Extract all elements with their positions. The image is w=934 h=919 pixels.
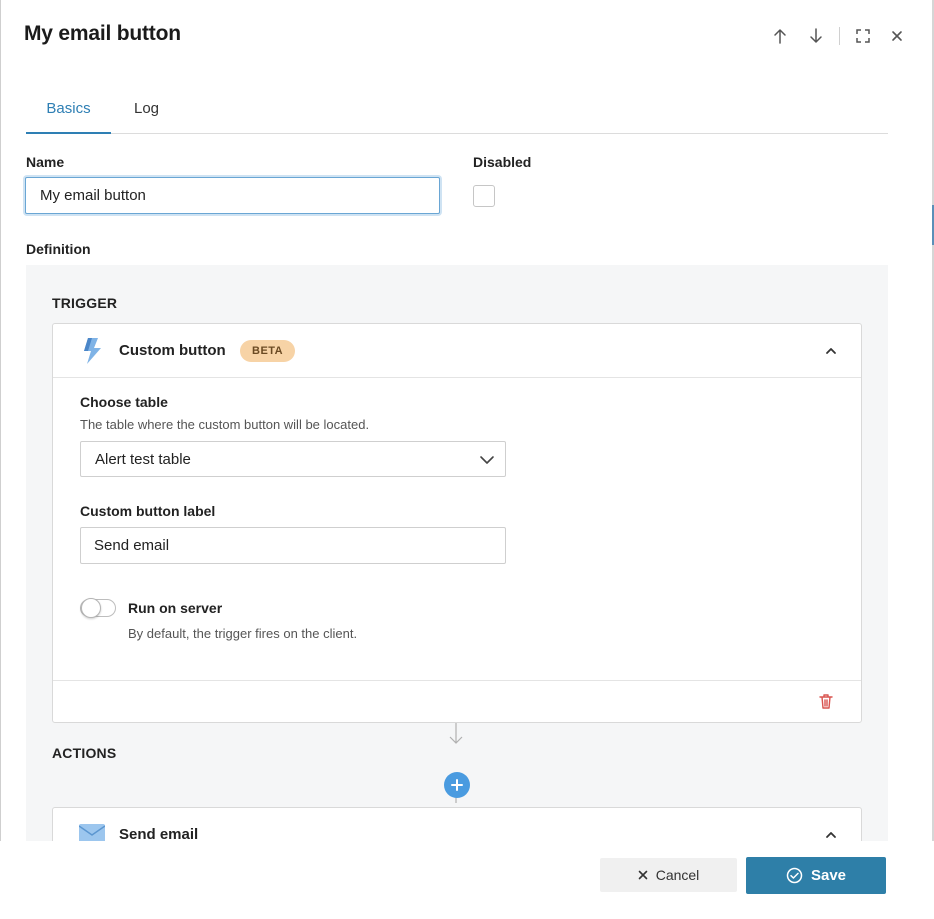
close-icon [892,31,902,41]
arrow-down-icon [810,28,822,43]
chevron-down-icon [480,456,494,464]
move-up-button[interactable] [769,26,791,46]
table-select[interactable]: Alert test table [80,441,506,477]
trigger-card: Custom button BETA Choose table The tabl… [52,323,862,723]
save-button[interactable]: Save [746,857,886,894]
choose-table-label: Choose table [80,394,168,410]
button-label-input[interactable] [80,527,506,564]
dialog: My email button Basics Log Name Disabled… [0,0,934,919]
disabled-label: Disabled [473,154,532,170]
plus-icon [451,779,463,791]
lightning-icon [84,338,101,364]
header-separator [839,27,840,45]
tab-basics[interactable]: Basics [26,92,111,134]
trash-icon[interactable] [818,693,834,710]
close-button[interactable] [886,26,908,46]
header-actions [769,26,908,46]
trigger-card-header[interactable]: Custom button BETA [53,324,861,378]
run-on-server-help: By default, the trigger fires on the cli… [128,626,358,641]
add-action-button[interactable] [444,772,470,798]
definition-label: Definition [26,241,91,257]
close-icon [638,870,648,880]
actions-section-heading: ACTIONS [52,745,117,761]
move-down-button[interactable] [805,26,827,46]
arrow-up-icon [774,29,786,44]
table-select-value: Alert test table [95,451,191,468]
check-circle-icon [786,867,803,884]
name-label: Name [26,154,65,170]
choose-table-help: The table where the custom button will b… [80,417,370,432]
trigger-title: Custom button [119,342,226,359]
action-title: Send email [119,826,199,841]
chevron-up-icon[interactable] [823,343,839,359]
dialog-left-border [0,0,1,919]
toggle-knob [81,598,101,618]
disabled-checkbox[interactable] [473,185,495,207]
run-on-server-toggle[interactable] [80,598,116,618]
trigger-card-divider [53,680,861,681]
dialog-title: My email button [24,22,181,45]
beta-badge: BETA [240,340,296,362]
dialog-footer: Cancel Save [0,841,934,919]
tab-bar: Basics Log [26,92,888,134]
chevron-up-icon[interactable] [823,827,839,841]
action-card: Send email [52,807,862,841]
expand-icon [856,29,870,43]
fullscreen-button[interactable] [852,26,874,46]
action-card-header[interactable]: Send email [53,808,861,841]
run-on-server-label: Run on server [128,600,223,616]
tab-log[interactable]: Log [134,92,160,134]
button-label-label: Custom button label [80,503,216,519]
name-input[interactable] [25,177,440,214]
definition-panel: TRIGGER Custom button BETA Choose table … [26,265,888,841]
cancel-button[interactable]: Cancel [600,858,737,892]
cancel-label: Cancel [655,867,700,883]
trigger-section-heading: TRIGGER [52,295,118,311]
envelope-icon [79,824,105,841]
save-label: Save [810,867,847,884]
